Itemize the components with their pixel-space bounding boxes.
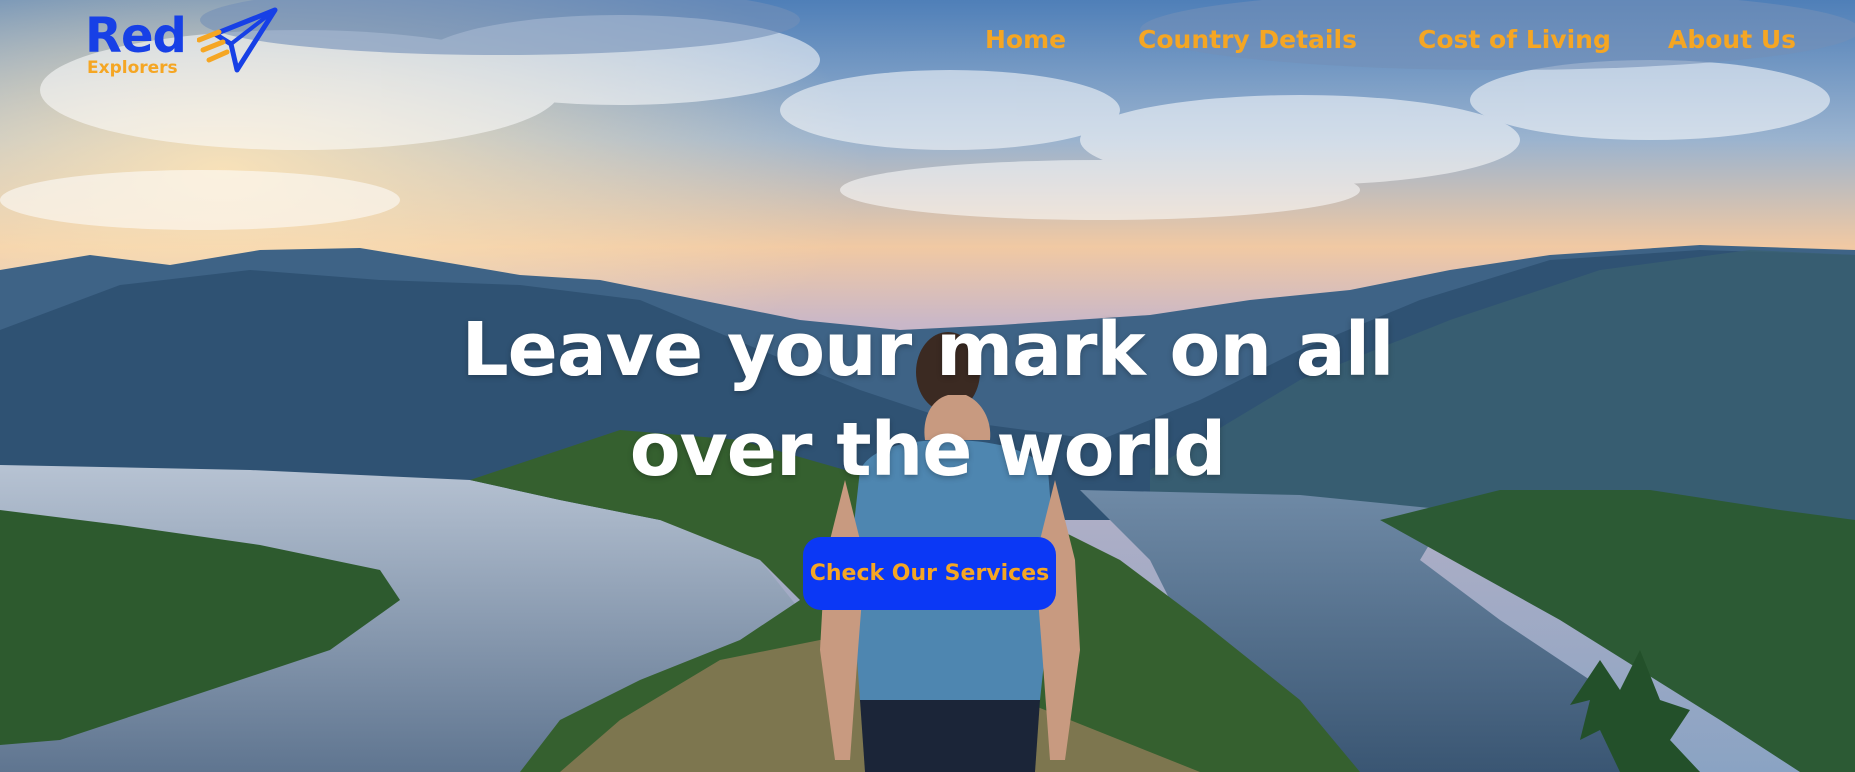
paper-plane-icon [197, 7, 278, 73]
hero-headline-line2: over the world [629, 407, 1227, 493]
hero-section: Red Explorers Home Country Details Cost … [0, 0, 1855, 772]
hero-headline-line1: Leave your mark on all [461, 307, 1395, 393]
nav-about-us[interactable]: About Us [1668, 22, 1796, 58]
brand-subtitle: Explorers [87, 58, 178, 78]
nav-country-details[interactable]: Country Details [1138, 22, 1357, 58]
check-services-button[interactable]: Check Our Services [803, 537, 1056, 610]
nav-cost-of-living[interactable]: Cost of Living [1418, 22, 1611, 58]
nav-home[interactable]: Home [985, 22, 1066, 58]
brand-logo[interactable]: Red Explorers [85, 6, 280, 84]
hero-headline: Leave your mark on all over the world [0, 300, 1855, 500]
brand-name: Red [85, 8, 187, 64]
